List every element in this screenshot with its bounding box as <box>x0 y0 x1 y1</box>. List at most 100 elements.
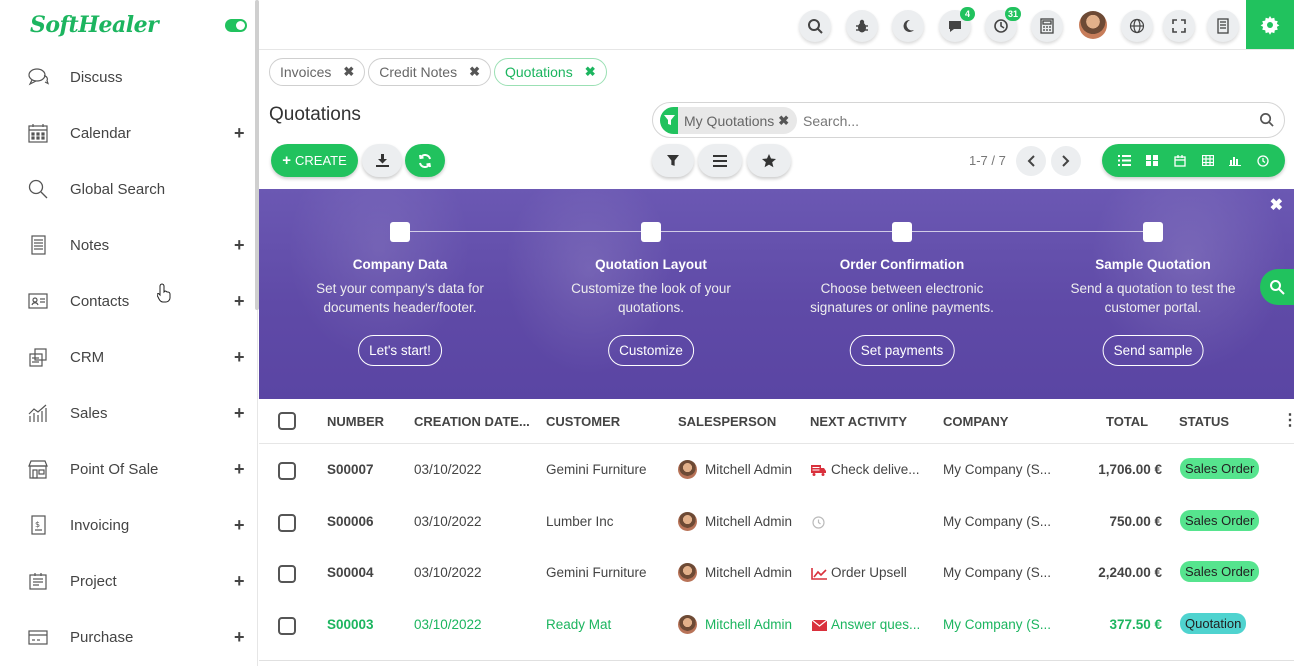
breadcrumb-quotations[interactable]: Quotations ✖ <box>493 58 607 86</box>
row-checkbox[interactable] <box>278 617 296 635</box>
previous-page-button[interactable] <box>1016 146 1046 176</box>
truck-icon[interactable] <box>811 465 826 476</box>
sidebar-item-discuss[interactable]: Discuss <box>0 49 258 105</box>
add-point-of-sale-button[interactable]: + <box>234 460 245 478</box>
step-checkbox[interactable] <box>892 222 912 242</box>
next-activity[interactable]: Answer ques... <box>831 617 920 632</box>
sidebar-item-notes[interactable]: Notes + <box>0 217 258 273</box>
add-contacts-button[interactable]: + <box>234 292 245 310</box>
sidebar-item-label: Calendar <box>70 124 131 142</box>
add-sales-button[interactable]: + <box>234 404 245 422</box>
user-avatar[interactable] <box>1079 11 1107 39</box>
set-payments-button[interactable]: Set payments <box>849 335 955 366</box>
table-header: NUMBER CREATION DATE... CUSTOMER SALESPE… <box>259 399 1294 444</box>
column-total[interactable]: TOTAL <box>1106 414 1148 429</box>
search-icon[interactable] <box>1259 112 1274 127</box>
pivot-view-icon[interactable] <box>1201 155 1214 166</box>
sidebar-item-global-search[interactable]: Global Search <box>0 161 258 217</box>
table-row[interactable]: S00004 03/10/2022 Gemini Furniture Mitch… <box>259 548 1294 600</box>
pager-value[interactable]: 1-7 / 7 <box>969 153 1006 168</box>
column-creation-date[interactable]: CREATION DATE... <box>414 414 530 429</box>
row-checkbox[interactable] <box>278 462 296 480</box>
status-badge: Sales Order <box>1180 510 1260 531</box>
group-by-button[interactable] <box>698 144 742 177</box>
add-notes-button[interactable]: + <box>234 236 245 254</box>
breadcrumb-invoices[interactable]: Invoices ✖ <box>269 58 366 86</box>
sidebar-item-calendar[interactable]: Calendar + <box>0 105 258 161</box>
language-button[interactable] <box>1121 10 1153 42</box>
row-checkbox[interactable] <box>278 565 296 583</box>
add-project-button[interactable]: + <box>234 572 245 590</box>
settings-button[interactable] <box>1246 0 1294 49</box>
messages-button[interactable]: 4 <box>939 7 975 42</box>
kanban-view-icon[interactable] <box>1146 155 1159 166</box>
close-banner-icon[interactable]: ✖ <box>1270 195 1283 215</box>
sidebar-toggle[interactable] <box>225 19 247 32</box>
add-calendar-button[interactable]: + <box>234 124 245 142</box>
row-checkbox[interactable] <box>278 514 296 532</box>
list-view-icon[interactable] <box>1117 155 1131 166</box>
column-next-activity[interactable]: NEXT ACTIVITY <box>810 414 907 429</box>
create-button[interactable]: + CREATE <box>271 144 358 177</box>
company: My Company (S... <box>943 514 1052 529</box>
table-row[interactable]: S00003 03/10/2022 Ready Mat Mitchell Adm… <box>259 600 1294 652</box>
search-input[interactable] <box>803 110 1243 132</box>
debug-button[interactable] <box>846 10 878 42</box>
floating-help-button[interactable] <box>1260 269 1294 305</box>
refresh-button[interactable] <box>405 144 445 177</box>
sidebar-item-purchase[interactable]: Purchase + <box>0 609 258 665</box>
search-button[interactable] <box>799 10 831 42</box>
close-icon[interactable]: ✖ <box>469 64 480 80</box>
column-number[interactable]: NUMBER <box>327 414 384 429</box>
column-company[interactable]: COMPANY <box>943 414 1008 429</box>
sidebar-item-invoicing[interactable]: $ Invoicing + <box>0 497 258 553</box>
activity-view-icon[interactable] <box>1257 154 1269 167</box>
sidebar-item-project[interactable]: Project + <box>0 553 258 609</box>
column-salesperson[interactable]: SALESPERSON <box>678 414 776 429</box>
table-row[interactable]: S00007 03/10/2022 Gemini Furniture Mitch… <box>259 445 1294 497</box>
select-all-checkbox[interactable] <box>278 412 296 430</box>
sidebar-item-crm[interactable]: CRM + <box>0 329 258 385</box>
lets-start-button[interactable]: Let's start! <box>358 335 442 366</box>
step-checkbox[interactable] <box>641 222 661 242</box>
add-purchase-button[interactable]: + <box>234 628 245 646</box>
column-status[interactable]: STATUS <box>1179 414 1229 429</box>
graph-view-icon[interactable] <box>1229 155 1242 166</box>
company-button[interactable] <box>1207 10 1239 42</box>
close-icon[interactable]: ✖ <box>585 64 596 80</box>
send-sample-button[interactable]: Send sample <box>1102 335 1204 366</box>
customize-button[interactable]: Customize <box>608 335 694 366</box>
breadcrumb-credit-notes[interactable]: Credit Notes ✖ <box>368 58 491 86</box>
search-facet[interactable]: My Quotations ✖ <box>660 107 798 134</box>
download-button[interactable] <box>362 144 402 177</box>
calculator-button[interactable] <box>1031 10 1063 42</box>
sidebar-item-label: Contacts <box>70 292 130 310</box>
step-title: Sample Quotation <box>1095 257 1211 272</box>
chart-line-icon[interactable] <box>811 568 827 580</box>
envelope-icon[interactable] <box>812 620 827 631</box>
step-checkbox[interactable] <box>390 222 410 242</box>
notes-icon <box>31 235 46 255</box>
clock-icon[interactable] <box>812 516 825 529</box>
sidebar-item-sales[interactable]: Sales + <box>0 385 258 441</box>
calendar-view-icon[interactable] <box>1174 154 1186 167</box>
step-checkbox[interactable] <box>1143 222 1163 242</box>
next-activity[interactable]: Order Upsell <box>831 565 907 580</box>
column-options-icon[interactable]: ⋮ <box>1282 410 1294 430</box>
remove-facet-icon[interactable]: ✖ <box>778 113 789 129</box>
sidebar-item-point-of-sale[interactable]: Point Of Sale + <box>0 441 258 497</box>
column-customer[interactable]: CUSTOMER <box>546 414 620 429</box>
sidebar-item-label: Discuss <box>70 68 123 86</box>
next-page-button[interactable] <box>1051 146 1081 176</box>
sidebar-item-contacts[interactable]: Contacts + <box>0 273 258 329</box>
fullscreen-button[interactable] <box>1163 10 1195 42</box>
add-invoicing-button[interactable]: + <box>234 516 245 534</box>
add-crm-button[interactable]: + <box>234 348 245 366</box>
filter-button[interactable] <box>652 144 694 177</box>
close-icon[interactable]: ✖ <box>343 64 354 80</box>
next-activity[interactable]: Check delive... <box>831 462 920 477</box>
favorites-button[interactable] <box>747 144 791 177</box>
table-row[interactable]: S00006 03/10/2022 Lumber Inc Mitchell Ad… <box>259 497 1294 549</box>
dark-mode-button[interactable] <box>892 10 924 42</box>
activities-button[interactable]: 31 <box>985 7 1021 42</box>
